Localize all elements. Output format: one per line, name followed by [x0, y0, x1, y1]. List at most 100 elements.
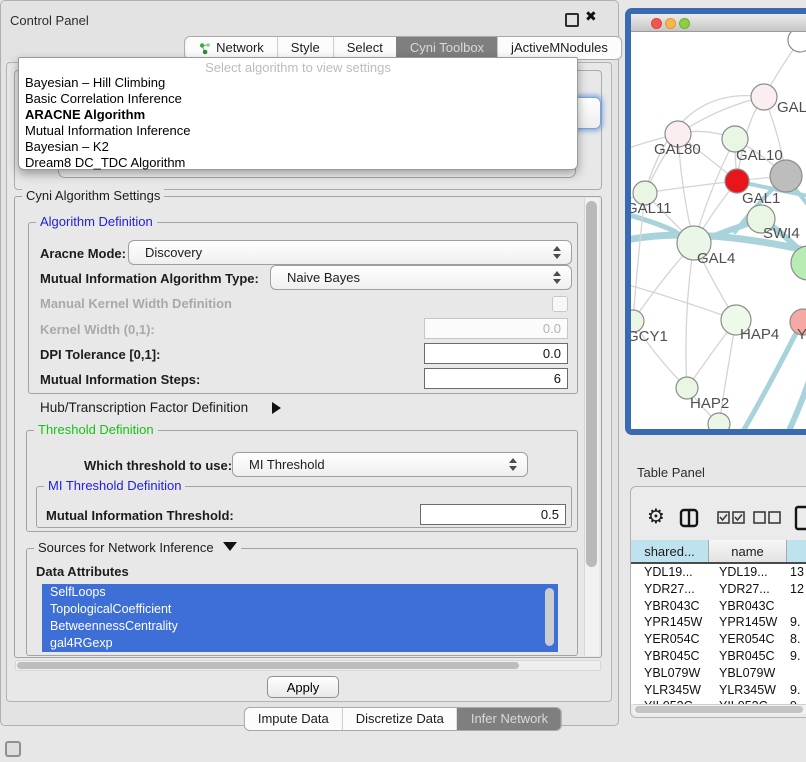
- cell-shared-name: YBR045C: [631, 648, 709, 665]
- column-header-name[interactable]: name: [709, 540, 787, 563]
- mi-threshold-title: MI Threshold Definition: [44, 479, 185, 493]
- table-row[interactable]: YER054CYER054C8.: [631, 631, 806, 648]
- algorithm-item-bayesian-k2[interactable]: Bayesian – K2: [19, 139, 577, 155]
- float-window-icon[interactable]: [565, 13, 579, 27]
- node-label-gal1: GAL1: [742, 190, 780, 207]
- minimize-traffic-light-icon[interactable]: [665, 18, 676, 29]
- expand-arrow-icon[interactable]: [272, 400, 281, 418]
- node-label-gal80: GAL80: [654, 141, 701, 158]
- aracne-mode-value: Discovery: [129, 241, 571, 260]
- tab-select[interactable]: Select: [333, 37, 396, 59]
- network-node[interactable]: [708, 413, 730, 429]
- attribute-item-topologicalcoefficient[interactable]: TopologicalCoefficient: [42, 601, 558, 618]
- algorithm-item-aracne-algorithm[interactable]: ARACNE Algorithm: [19, 107, 577, 123]
- tab-impute-data[interactable]: Impute Data: [245, 708, 342, 730]
- apply-button[interactable]: Apply: [267, 676, 339, 698]
- node-label-y: Y: [797, 326, 806, 343]
- cell-name: YPR145W: [709, 614, 787, 631]
- cell-shared-name: YBR043C: [631, 598, 709, 615]
- attributes-scrollbar-thumb[interactable]: [545, 588, 554, 646]
- mi-algorithm-type-value: Naive Bayes: [271, 266, 571, 285]
- close-traffic-light-icon[interactable]: [651, 18, 662, 29]
- node-label-swi4: SWI4: [763, 225, 800, 242]
- table-row[interactable]: YPR145WYPR145W9.: [631, 614, 806, 631]
- attribute-item-gal4rgexp[interactable]: gal4RGexp: [42, 635, 558, 652]
- cell-name: YDL19...: [709, 564, 787, 581]
- table-hscrollbar-thumb[interactable]: [635, 706, 803, 713]
- table-row[interactable]: YDL19...YDL19...13: [631, 564, 806, 581]
- mi-algorithm-type-combobox[interactable]: Naive Bayes: [270, 265, 572, 290]
- table-row[interactable]: YBL079WYBL079W: [631, 665, 806, 682]
- settings-hscrollbar-thumb[interactable]: [17, 662, 519, 669]
- select-all-checkboxes-icon[interactable]: [717, 511, 745, 524]
- algorithm-popup-list: Bayesian – Hill ClimbingBasic Correlatio…: [19, 75, 577, 171]
- cell-value: 8.: [787, 631, 806, 648]
- document-icon[interactable]: [794, 505, 806, 531]
- network-node[interactable]: [751, 84, 777, 110]
- cell-value: 12: [787, 581, 806, 598]
- network-canvas[interactable]: GALGAL80GAL10GAL1GAL11SWI4GAL4GCY1HAP4YH…: [631, 32, 806, 429]
- column-header-shared[interactable]: shared...: [631, 540, 709, 563]
- aracne-mode-combobox[interactable]: Discovery: [128, 240, 572, 265]
- tab-style[interactable]: Style: [277, 37, 333, 59]
- dpi-tolerance-field[interactable]: [424, 343, 568, 364]
- cell-name: YER054C: [709, 631, 787, 648]
- table-row[interactable]: YBR045CYBR045C9.: [631, 648, 806, 665]
- settings-vscrollbar-thumb[interactable]: [586, 201, 597, 567]
- node-label-gal10: GAL10: [736, 147, 783, 164]
- tab-jactivemnodules[interactable]: jActiveMNodules: [497, 37, 621, 59]
- data-attributes-list: SelfLoopsTopologicalCoefficientBetweenne…: [42, 584, 558, 652]
- tab-impute-data-label: Impute Data: [258, 708, 329, 730]
- collapse-arrow-icon[interactable]: [223, 542, 237, 551]
- gear-icon[interactable]: ⚙: [647, 504, 665, 530]
- kernel-width-field[interactable]: [424, 318, 568, 339]
- table-row[interactable]: YDR27...YDR27...12: [631, 581, 806, 598]
- manual-kernel-checkbox[interactable]: [552, 296, 568, 312]
- tab-discretize-data[interactable]: Discretize Data: [342, 708, 457, 730]
- cell-name: YBL079W: [709, 665, 787, 682]
- deselect-checkboxes-icon[interactable]: [753, 511, 781, 524]
- cell-shared-name: YPR145W: [631, 614, 709, 631]
- cell-value: 9.: [787, 614, 806, 631]
- cell-value: 9.: [787, 648, 806, 665]
- mi-steps-field[interactable]: [424, 368, 568, 389]
- attribute-item-selfloops[interactable]: SelfLoops: [42, 584, 558, 601]
- tab-select-label: Select: [347, 37, 383, 59]
- table-panel-title: Table Panel: [637, 465, 705, 480]
- which-threshold-combobox[interactable]: MI Threshold: [232, 452, 528, 477]
- cell-value: [787, 598, 806, 615]
- screen: Control Panel ✖ NetworkStyleSelectCyni T…: [0, 0, 806, 762]
- hub-definition-label: Hub/Transcription Factor Definition: [40, 400, 248, 415]
- cell-shared-name: YDL19...: [631, 564, 709, 581]
- node-label-gal4: GAL4: [697, 250, 735, 267]
- sources-title: Sources for Network Inference: [34, 541, 241, 555]
- tab-network[interactable]: Network: [185, 37, 277, 59]
- sources-title-text: Sources for Network Inference: [38, 540, 214, 555]
- attribute-item-betweennesscentrality[interactable]: BetweennessCentrality: [42, 618, 558, 635]
- tab-infer-network[interactable]: Infer Network: [457, 708, 561, 730]
- node-label-gal: GAL: [777, 99, 806, 116]
- node-label-gal11: GAL11: [631, 200, 672, 217]
- algorithm-item-basic-correlation-inference[interactable]: Basic Correlation Inference: [19, 91, 577, 107]
- column-header-partial[interactable]: [787, 540, 806, 563]
- tab-network-label: Network: [216, 37, 264, 59]
- cell-shared-name: YLR345W: [631, 682, 709, 699]
- zoom-traffic-light-icon[interactable]: [679, 18, 690, 29]
- tab-infer-network-label: Infer Network: [471, 708, 548, 730]
- tab-cyni-toolbox[interactable]: Cyni Toolbox: [396, 37, 497, 59]
- cell-shared-name: YER054C: [631, 631, 709, 648]
- table-row[interactable]: YBR043CYBR043C: [631, 598, 806, 615]
- cell-name: YBR043C: [709, 598, 787, 615]
- dock-panel-icon[interactable]: [5, 741, 21, 757]
- column-layout-icon[interactable]: [679, 508, 699, 528]
- algorithm-item-mutual-information-inference[interactable]: Mutual Information Inference: [19, 123, 577, 139]
- close-icon[interactable]: ✖: [585, 8, 597, 25]
- algorithm-item-dream8-dc-tdc-algorithm[interactable]: Dream8 DC_TDC Algorithm: [19, 155, 577, 171]
- mi-threshold-field[interactable]: [420, 504, 566, 525]
- cell-shared-name: YBL079W: [631, 665, 709, 682]
- network-node[interactable]: [770, 160, 802, 192]
- cell-value: 9.: [787, 682, 806, 699]
- data-attributes-label: Data Attributes: [36, 564, 129, 579]
- algorithm-item-bayesian-hill-climbing[interactable]: Bayesian – Hill Climbing: [19, 75, 577, 91]
- table-row[interactable]: YLR345WYLR345W9.: [631, 682, 806, 699]
